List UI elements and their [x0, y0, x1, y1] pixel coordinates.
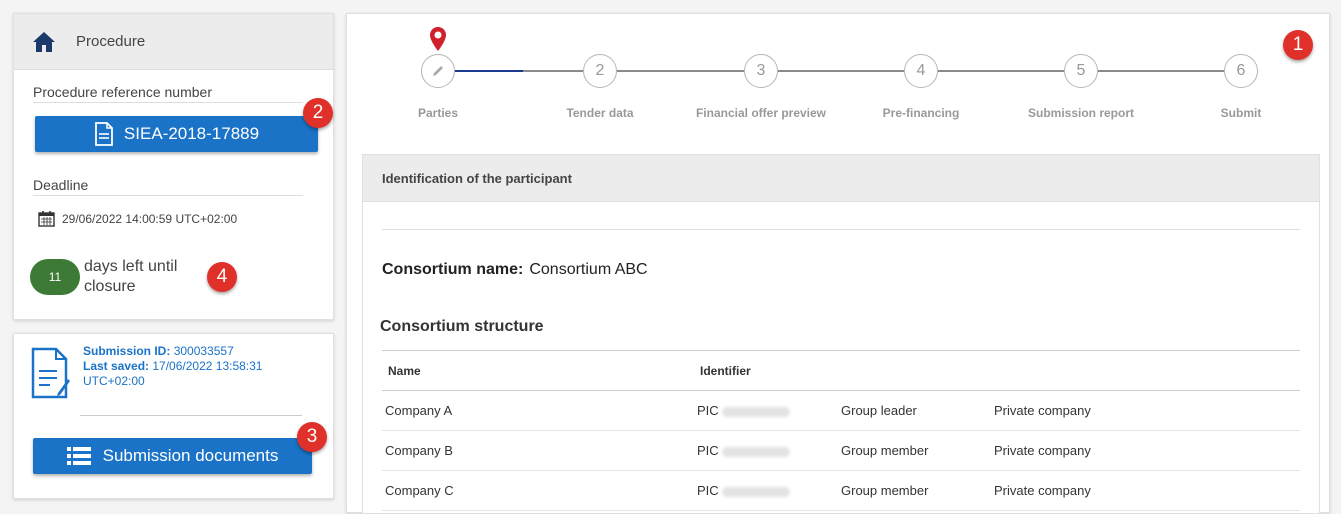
document-icon — [95, 122, 113, 146]
step-connector — [455, 70, 523, 72]
table-row[interactable]: Company B PIC Group member Private compa… — [382, 430, 1300, 471]
pencil-icon — [433, 66, 443, 76]
step-connector — [617, 70, 744, 72]
step-3-circle[interactable]: 3 — [744, 54, 778, 88]
identifier-cell: PIC — [694, 390, 838, 431]
calendar-icon — [38, 211, 55, 227]
submission-documents-button[interactable]: Submission documents — [33, 438, 312, 474]
consortium-name-label: Consortium name: — [382, 261, 524, 278]
step-5-label[interactable]: Submission report — [1028, 106, 1134, 120]
annotation-badge-4: 4 — [207, 262, 237, 292]
consortium-name-value: Consortium ABC — [529, 261, 648, 278]
divider — [33, 195, 303, 196]
edit-document-icon — [31, 347, 70, 399]
reference-number-button[interactable]: SIEA-2018-17889 — [35, 116, 318, 152]
procedure-card: Procedure Procedure reference number SIE… — [13, 13, 334, 320]
step-6-label[interactable]: Submit — [1221, 106, 1262, 120]
deadline-value: 29/06/2022 14:00:59 UTC+02:00 — [62, 211, 238, 226]
step-3-label[interactable]: Financial offer preview — [696, 106, 826, 120]
column-header-identifier: Identifier — [694, 350, 838, 391]
procedure-header: Procedure — [14, 14, 333, 70]
redacted-pic — [721, 486, 790, 497]
divider — [80, 415, 302, 416]
step-connector — [778, 70, 904, 72]
reference-label: Procedure reference number — [33, 84, 212, 100]
progress-stepper: 2 3 4 5 6 Parties Tender data Financial … — [347, 14, 1331, 154]
main-panel: 2 3 4 5 6 Parties Tender data Financial … — [346, 13, 1331, 514]
company-name: Company A — [382, 390, 694, 431]
reference-number: SIEA-2018-17889 — [123, 124, 260, 143]
consortium-name-row: Consortium name: Consortium ABC — [382, 261, 648, 279]
column-header-name: Name — [382, 350, 694, 391]
location-marker-icon — [430, 27, 446, 51]
days-left-pill: 11 — [30, 259, 80, 295]
consortium-table: Name Identifier Company A PIC Group lead… — [382, 350, 1300, 511]
redacted-pic — [721, 446, 790, 457]
step-connector — [1098, 70, 1224, 72]
type-cell: Private company — [991, 390, 1300, 431]
step-4-circle[interactable]: 4 — [904, 54, 938, 88]
role-cell: Group member — [838, 470, 991, 511]
divider — [382, 229, 1300, 230]
last-saved-label: Last saved: — [83, 359, 150, 373]
deadline-label: Deadline — [33, 177, 89, 193]
submission-info: Submission ID: 300033557 Last saved: 17/… — [83, 344, 323, 389]
step-connector — [938, 70, 1064, 72]
deadline-row: 29/06/2022 14:00:59 UTC+02:00 — [38, 210, 237, 227]
submission-id-value: 300033557 — [173, 344, 234, 358]
annotation-badge-2: 2 — [303, 98, 333, 128]
identifier-cell: PIC — [694, 470, 838, 511]
participant-header: Identification of the participant — [363, 155, 1319, 202]
participant-panel: Identification of the participant Consor… — [362, 154, 1320, 514]
step-6-circle[interactable]: 6 — [1224, 54, 1258, 88]
step-5-circle[interactable]: 5 — [1064, 54, 1098, 88]
type-cell: Private company — [991, 470, 1300, 511]
annotation-badge-3: 3 — [297, 422, 327, 452]
table-header-row: Name Identifier — [382, 350, 1300, 391]
table-row[interactable]: Company A PIC Group leader Private compa… — [382, 390, 1300, 431]
days-left-text: days left until closure — [84, 258, 178, 295]
identifier-cell: PIC — [694, 430, 838, 471]
table-row[interactable]: Company C PIC Group member Private compa… — [382, 470, 1300, 511]
step-connector — [523, 70, 583, 72]
step-2-label[interactable]: Tender data — [566, 106, 633, 120]
divider — [33, 102, 303, 103]
company-name: Company B — [382, 430, 694, 471]
company-name: Company C — [382, 470, 694, 511]
submission-card: Submission ID: 300033557 Last saved: 17/… — [13, 333, 334, 499]
redacted-pic — [721, 406, 790, 417]
role-cell: Group member — [838, 430, 991, 471]
home-icon[interactable] — [32, 31, 56, 53]
step-1-circle[interactable] — [421, 54, 455, 88]
annotation-badge-1: 1 — [1283, 30, 1313, 60]
step-4-label[interactable]: Pre-financing — [883, 106, 960, 120]
submission-id-label: Submission ID: — [83, 344, 171, 358]
submission-documents-label: Submission documents — [102, 446, 279, 465]
procedure-title: Procedure — [76, 33, 146, 50]
step-1-label[interactable]: Parties — [418, 106, 458, 120]
role-cell: Group leader — [838, 390, 991, 431]
list-icon — [66, 447, 91, 465]
type-cell: Private company — [991, 430, 1300, 471]
step-2-circle[interactable]: 2 — [583, 54, 617, 88]
consortium-structure-title: Consortium structure — [380, 318, 544, 335]
